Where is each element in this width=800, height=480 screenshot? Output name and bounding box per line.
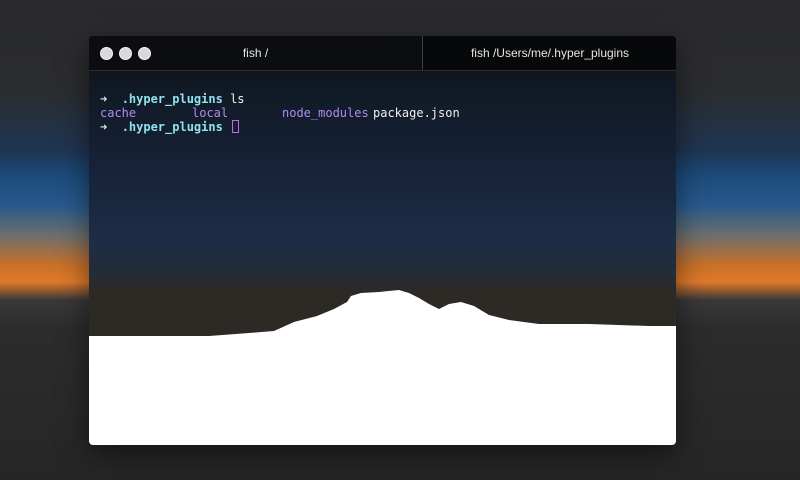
list-item: node_modules: [282, 106, 369, 120]
tab-fish[interactable]: fish /: [89, 36, 422, 70]
ls-output: cache local node_modules package.json: [100, 106, 666, 120]
terminal-window: fish / fish /Users/me/.hyper_plugins ➜ .…: [89, 36, 676, 445]
command-text: ls: [230, 92, 245, 106]
prompt-directory: .hyper_plugins: [121, 92, 223, 106]
prompt-arrow-icon: ➜: [100, 120, 108, 134]
prompt-directory: .hyper_plugins: [121, 120, 223, 134]
cursor: [232, 120, 240, 133]
command-line: ➜ .hyper_plugins ls: [100, 92, 666, 106]
list-item: local: [192, 106, 229, 120]
prompt-arrow-icon: ➜: [100, 92, 108, 106]
title-bar: fish / fish /Users/me/.hyper_plugins: [89, 36, 676, 71]
list-item: package.json: [373, 106, 460, 120]
prompt-line: ➜ .hyper_plugins: [100, 120, 666, 134]
tab-hyper-plugins[interactable]: fish /Users/me/.hyper_plugins: [422, 36, 676, 70]
list-item: cache: [100, 106, 137, 120]
terminal-output[interactable]: ➜ .hyper_plugins ls cache local node_modul…: [100, 92, 666, 134]
mountain-silhouette: [89, 290, 676, 445]
